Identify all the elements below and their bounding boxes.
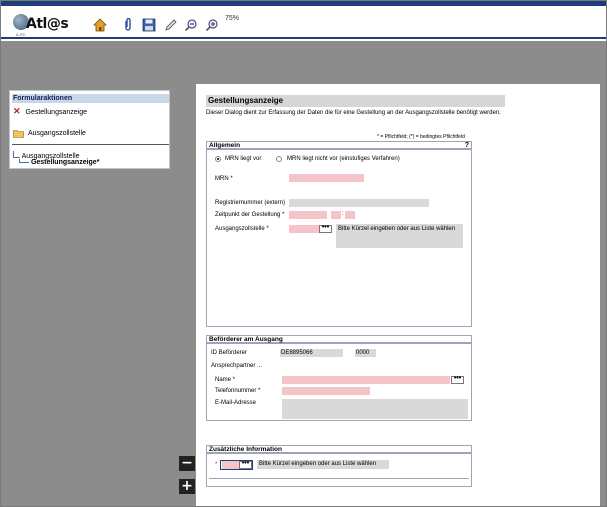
section-divider [209, 478, 469, 479]
email-input[interactable] [282, 399, 468, 419]
zusatz-input[interactable] [222, 461, 239, 469]
zusatz-input-group: ••• [220, 460, 253, 470]
brand-name: Atl@s [26, 16, 69, 32]
befoerderer-id-value: DE8895066 [281, 350, 313, 356]
home-icon[interactable] [93, 18, 107, 32]
ausgangszollstelle-hint-box: Bitte Kürzel eingeben oder aus Liste wäh… [336, 224, 463, 248]
telefon-input[interactable] [282, 387, 370, 395]
ausgangszollstelle-lookup-button[interactable]: ••• [319, 224, 332, 233]
help-icon[interactable]: ? [465, 142, 469, 149]
ausgangszollstelle-hint: Bitte Kürzel eingeben oder aus Liste wäh… [338, 226, 456, 232]
zeitpunkt-minute-input[interactable] [345, 211, 355, 219]
name-input[interactable] [282, 376, 450, 384]
sidebar-item-ausgangszollstelle[interactable]: Ausgangszollstelle [13, 129, 86, 138]
section-befoerderer: Beförderer am Ausgang ID Beförderer DE88… [206, 335, 472, 421]
name-label: Name * [215, 377, 236, 383]
ansprechpartner-label: Ansprechpartner ... [211, 363, 263, 369]
name-lookup-button[interactable]: ••• [451, 375, 464, 384]
folder-icon [13, 130, 24, 138]
zusatz-hint-box: Bitte Kürzel eingeben oder aus Liste wäh… [257, 460, 389, 469]
ausgangszollstelle-input[interactable] [289, 225, 319, 233]
telefon-label: Telefonnummer * [215, 388, 261, 394]
befoerderer-id-field: DE8895066 [280, 349, 343, 357]
email-label: E-Mail-Adresse [215, 400, 257, 406]
radio-mrn-label: MRN liegt vor [225, 156, 262, 162]
zoom-level: 75% [225, 15, 240, 22]
app-logo: Atl@s A-PC [13, 12, 71, 38]
section-zusatz: Zusätzliche Information * ••• Bitte Kürz… [206, 445, 472, 487]
tree-connector [19, 159, 29, 163]
zeitpunkt-hour-input[interactable] [331, 211, 341, 219]
zeitpunkt-date-input[interactable] [289, 211, 327, 219]
form-content: Gestellungsanzeige Dieser Dialog dient z… [196, 84, 600, 506]
befoerderer-id-suffix: 0000 [356, 350, 370, 356]
paperclip-icon[interactable] [121, 18, 135, 32]
required-marker: * [215, 462, 218, 468]
section-title: Allgemein [207, 142, 471, 150]
time-separator: : [342, 211, 344, 217]
zusatz-lookup-button[interactable]: ••• [239, 460, 252, 469]
registriernummer-label: Registriernummer (extern) [215, 200, 286, 206]
pencil-icon[interactable] [164, 18, 178, 32]
page-title: Gestellungsanzeige [206, 95, 505, 107]
ausgangszollstelle-label: Ausgangszollstelle * [215, 226, 269, 232]
toolbar: Atl@s A-PC 75% [1, 6, 606, 39]
registriernummer-input[interactable] [289, 199, 429, 207]
tree-child-label: Gestellungsanzeige* [30, 159, 100, 166]
tree-connector [13, 151, 20, 158]
zoom-in-icon[interactable] [205, 18, 219, 32]
zoom-out-icon[interactable] [184, 18, 198, 32]
sidebar-divider [12, 144, 169, 145]
tree-child[interactable]: Gestellungsanzeige* [19, 159, 99, 166]
radio-no-mrn-label: MRN liegt nicht vor (einstufiges Verfahr… [287, 156, 400, 162]
zoom-minus-button[interactable]: − [179, 456, 195, 471]
mrn-input[interactable] [289, 174, 364, 182]
brand-small: A-PC [16, 32, 26, 37]
sidebar-item-gestellungsanzeige[interactable]: ✕ Gestellungsanzeige [13, 106, 87, 117]
zeitpunkt-label: Zeitpunkt der Gestellung * [215, 212, 285, 218]
form-actions-panel: Formularaktionen ✕ Gestellungsanzeige Au… [9, 90, 170, 169]
section-title: Zusätzliche Information [207, 446, 471, 454]
form-actions-heading: Formularaktionen [12, 94, 169, 103]
page-description: Dieser Dialog dient zur Erfassung der Da… [206, 110, 501, 116]
zoom-plus-button[interactable]: + [179, 479, 195, 494]
sidebar-item-label: Ausgangszollstelle [27, 130, 86, 138]
radio-mrn-nicht-vorhanden[interactable] [276, 156, 282, 162]
zusatz-hint: Bitte Kürzel eingeben oder aus Liste wäh… [259, 461, 377, 467]
sidebar-item-label: Gestellungsanzeige [25, 109, 88, 116]
floppy-disk-icon[interactable] [142, 18, 156, 32]
section-allgemein: Allgemein ? MRN liegt vor MRN liegt nich… [206, 141, 472, 327]
befoerderer-id-label: ID Beförderer [211, 350, 248, 356]
befoerderer-id-suffix-field: 0000 [355, 349, 376, 357]
section-title: Beförderer am Ausgang [207, 336, 471, 344]
close-icon[interactable]: ✕ [13, 106, 21, 116]
radio-mrn-vorhanden[interactable] [215, 156, 221, 162]
mrn-label: MRN * [215, 176, 233, 182]
required-legend: * = Pflichtfeld; (*) = bedingtes Pflicht… [377, 134, 465, 140]
